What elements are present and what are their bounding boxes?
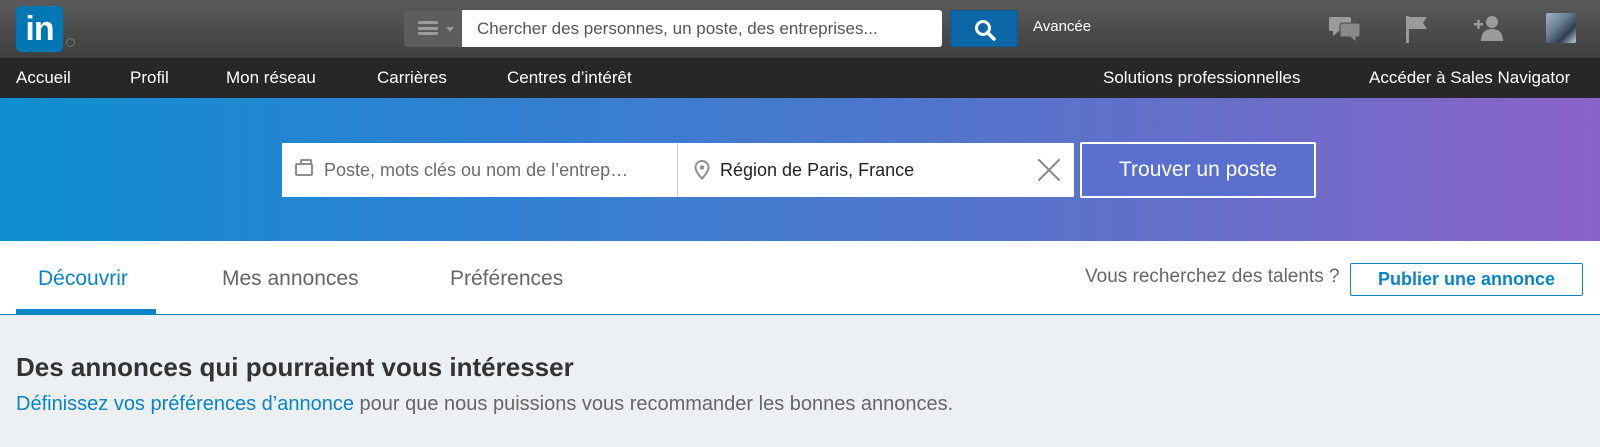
location-input[interactable] [720, 143, 1020, 197]
jobs-tabs: Découvrir Mes annonces Préférences Vous … [0, 241, 1600, 315]
keywords-input[interactable] [324, 143, 669, 197]
description-text: pour que nous puissions vous recommander… [353, 393, 954, 415]
find-job-button[interactable]: Trouver un poste [1080, 142, 1316, 198]
location-field [678, 143, 1074, 197]
section-description: Définissez vos préférences d’annonce pou… [16, 393, 953, 416]
nav-item-profile[interactable]: Profil [130, 68, 169, 88]
list-icon [418, 21, 438, 35]
add-connection-icon[interactable] [1472, 13, 1506, 45]
tab-discover[interactable]: Découvrir [38, 267, 128, 291]
keywords-field [282, 143, 678, 197]
search-icon [975, 20, 996, 41]
clear-icon[interactable] [1036, 157, 1062, 183]
nav-item-home[interactable]: Accueil [16, 68, 71, 88]
nav-item-jobs[interactable]: Carrières [377, 68, 447, 88]
advanced-search-link[interactable]: Avancée [1033, 18, 1091, 35]
avatar[interactable] [1546, 13, 1576, 43]
post-job-button[interactable]: Publier une annonce [1350, 263, 1583, 296]
nav-item-network[interactable]: Mon réseau [226, 68, 316, 88]
talent-question: Vous recherchez des talents ? [1085, 266, 1340, 287]
set-preferences-link[interactable]: Définissez vos préférences d’annonce [16, 393, 354, 415]
active-tab-indicator [16, 309, 156, 314]
tab-preferences[interactable]: Préférences [450, 267, 563, 291]
top-bar: in Avancée [0, 0, 1600, 58]
main-nav: Accueil Profil Mon réseau Carrières Cent… [0, 58, 1600, 98]
linkedin-logo[interactable]: in [16, 6, 63, 52]
briefcase-icon [295, 159, 313, 176]
flag-icon[interactable] [1400, 13, 1434, 45]
location-pin-icon [694, 160, 710, 180]
job-search-banner: Trouver un poste [0, 98, 1600, 241]
nav-item-sales-navigator[interactable]: Accéder à Sales Navigator [1369, 68, 1570, 88]
nav-item-business-solutions[interactable]: Solutions professionnelles [1103, 68, 1301, 88]
nav-item-interests[interactable]: Centres d’intérêt [507, 68, 632, 88]
registered-mark-icon [66, 38, 75, 47]
search-button[interactable] [950, 10, 1018, 47]
section-title: Des annonces qui pourraient vous intéres… [16, 352, 574, 382]
search-category-menu-button[interactable] [404, 10, 462, 47]
messages-icon[interactable] [1328, 13, 1362, 45]
global-search-input[interactable] [462, 10, 942, 47]
chevron-down-icon [446, 27, 454, 32]
tab-my-jobs[interactable]: Mes annonces [222, 267, 359, 291]
